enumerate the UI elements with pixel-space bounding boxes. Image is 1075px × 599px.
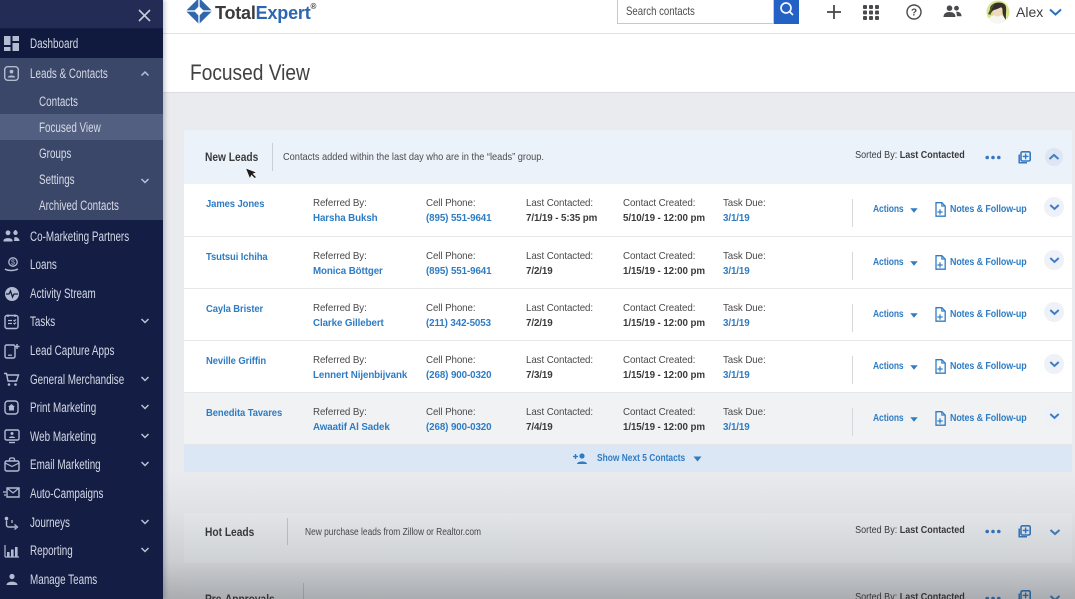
svg-text:?: ? xyxy=(911,8,917,19)
svg-text:$: $ xyxy=(11,260,15,267)
